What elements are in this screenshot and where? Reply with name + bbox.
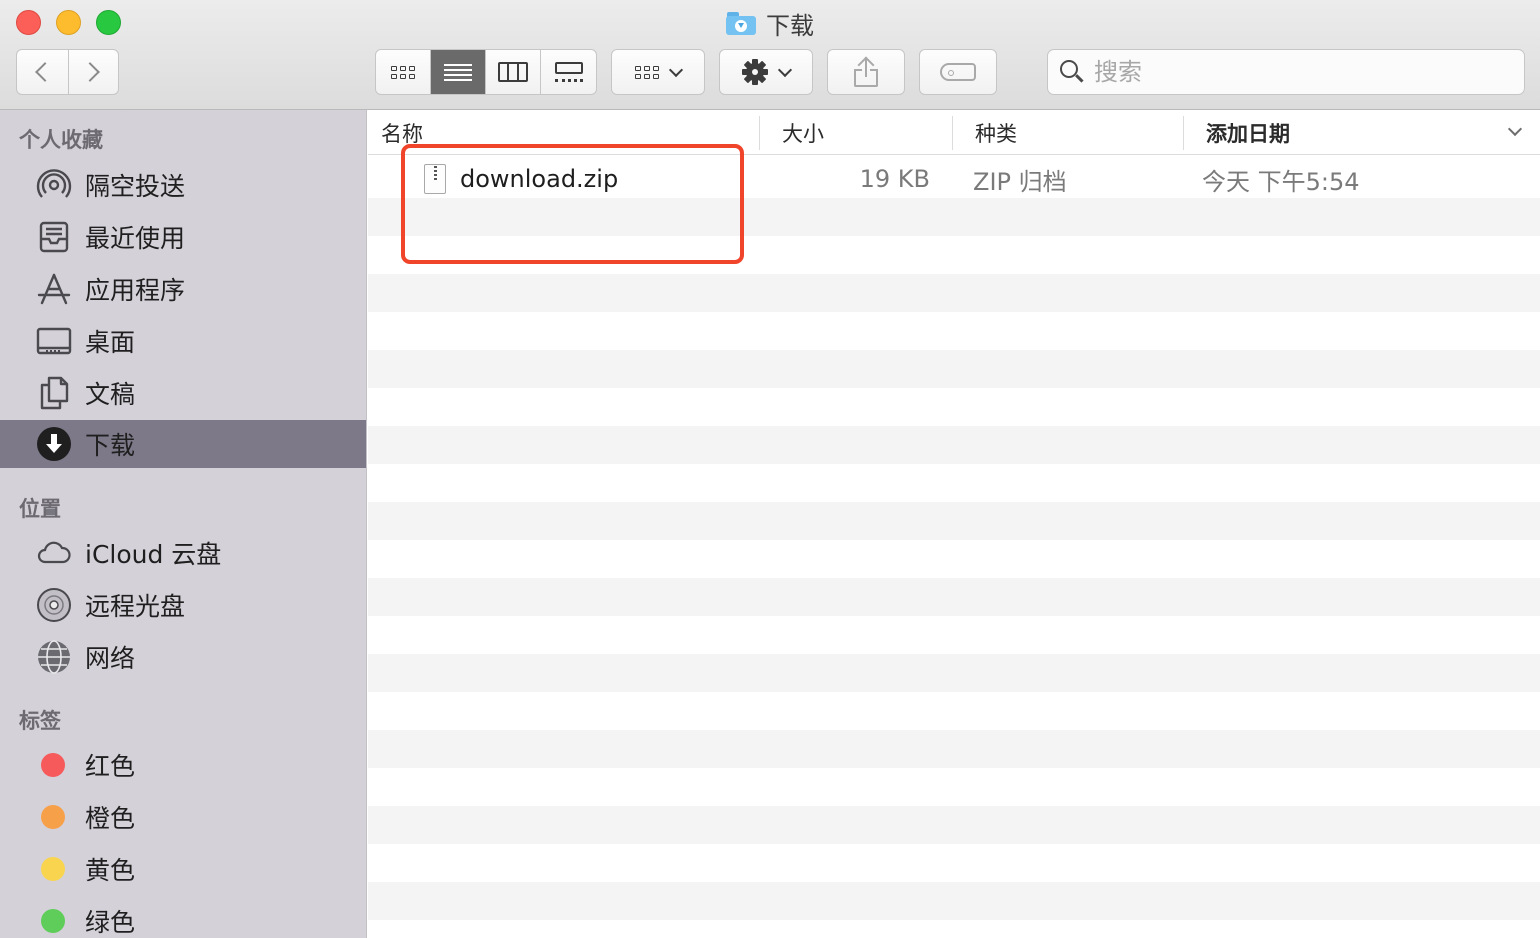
gear-icon <box>742 59 768 85</box>
column-header-kind[interactable]: 种类 <box>975 110 1017 155</box>
gallery-view-button[interactable] <box>541 50 596 94</box>
downloads-icon <box>35 425 73 463</box>
search-field[interactable] <box>1047 49 1525 95</box>
group-grid-icon <box>635 65 659 79</box>
chevron-left-icon <box>35 62 56 82</box>
tag-icon <box>940 63 976 81</box>
sidebar-item-label: 绿色 <box>85 908 136 937</box>
file-date-added: 今天 下午5:54 <box>1202 167 1360 196</box>
sidebar-item-airdrop[interactable]: 隔空投送 <box>0 161 366 209</box>
column-view-icon <box>498 62 528 82</box>
window-toolbar: 下载 <box>0 0 1540 110</box>
list-view-button[interactable] <box>431 50 486 94</box>
documents-icon <box>35 374 73 412</box>
sidebar-item-label: 远程光盘 <box>85 592 186 621</box>
icloud-icon <box>35 534 73 572</box>
forward-button[interactable] <box>67 50 119 94</box>
icon-view-icon <box>391 65 415 79</box>
sidebar-item-remote-disc[interactable]: 远程光盘 <box>0 581 366 629</box>
network-icon <box>35 638 73 676</box>
sidebar: 个人收藏 隔空投送 最近使用 应用程序 桌面 文稿 下载 位置 iCloud 云… <box>0 110 367 938</box>
locations-header: 位置 <box>19 497 61 521</box>
sort-descending-icon[interactable] <box>1507 121 1523 137</box>
icon-view-button[interactable] <box>376 50 431 94</box>
view-mode-control <box>375 49 597 95</box>
sidebar-item-applications[interactable]: 应用程序 <box>0 265 366 313</box>
tags-header: 标签 <box>19 709 61 733</box>
sidebar-item-label: 隔空投送 <box>85 172 186 201</box>
chevron-down-icon <box>668 62 684 77</box>
sidebar-item-label: 黄色 <box>85 856 136 885</box>
gallery-view-icon <box>554 62 583 82</box>
annotation-highlight-box <box>401 144 744 264</box>
sidebar-item-desktop[interactable]: 桌面 <box>0 317 366 365</box>
sidebar-tag-orange[interactable]: 橙色 <box>0 793 366 841</box>
sidebar-item-label: 文稿 <box>85 380 136 409</box>
file-kind: ZIP 归档 <box>973 167 1067 196</box>
action-menu-button[interactable] <box>719 49 813 95</box>
back-button[interactable] <box>17 50 68 94</box>
sidebar-item-documents[interactable]: 文稿 <box>0 369 366 417</box>
sidebar-item-icloud[interactable]: iCloud 云盘 <box>0 529 366 577</box>
window-title: 下载 <box>0 6 1540 40</box>
sidebar-item-label: 网络 <box>85 644 136 673</box>
red-tag-icon <box>41 753 65 777</box>
list-view-icon <box>444 63 472 81</box>
column-header-date-added[interactable]: 添加日期 <box>1206 110 1290 155</box>
sidebar-item-label: 橙色 <box>85 804 136 833</box>
green-tag-icon <box>41 909 65 933</box>
edit-tags-button[interactable] <box>919 49 997 95</box>
window-title-text: 下载 <box>766 11 814 40</box>
sidebar-item-downloads[interactable]: 下载 <box>0 420 366 468</box>
sidebar-item-network[interactable]: 网络 <box>0 633 366 681</box>
downloads-folder-icon <box>726 11 756 35</box>
search-input[interactable] <box>1094 58 1494 86</box>
search-icon <box>1060 60 1084 84</box>
sidebar-item-recents[interactable]: 最近使用 <box>0 213 366 261</box>
yellow-tag-icon <box>41 857 65 881</box>
airdrop-icon <box>35 166 73 204</box>
file-rows: download.zip 19 KB ZIP 归档 今天 下午5:54 <box>368 156 1540 938</box>
share-icon <box>854 56 878 87</box>
chevron-down-icon <box>777 62 793 77</box>
file-size: 19 KB <box>859 165 930 193</box>
sidebar-tag-green[interactable]: 绿色 <box>0 897 366 938</box>
chevron-right-icon <box>80 62 101 82</box>
sidebar-item-label: 应用程序 <box>85 276 186 305</box>
column-view-button[interactable] <box>486 50 541 94</box>
sidebar-item-label: iCloud 云盘 <box>85 540 222 569</box>
recents-icon <box>35 218 73 256</box>
remote-disc-icon <box>35 586 73 624</box>
navigation-buttons <box>16 49 119 95</box>
sidebar-tag-yellow[interactable]: 黄色 <box>0 845 366 893</box>
desktop-icon <box>35 322 73 360</box>
share-button[interactable] <box>827 49 905 95</box>
sidebar-item-label: 桌面 <box>85 328 136 357</box>
sidebar-item-label: 下载 <box>85 431 136 460</box>
sidebar-tag-red[interactable]: 红色 <box>0 741 366 789</box>
applications-icon <box>35 270 73 308</box>
orange-tag-icon <box>41 805 65 829</box>
favorites-header: 个人收藏 <box>19 128 103 152</box>
sidebar-item-label: 最近使用 <box>85 224 186 253</box>
column-header-size[interactable]: 大小 <box>782 110 824 155</box>
sidebar-item-label: 红色 <box>85 752 136 781</box>
group-by-button[interactable] <box>611 49 705 95</box>
